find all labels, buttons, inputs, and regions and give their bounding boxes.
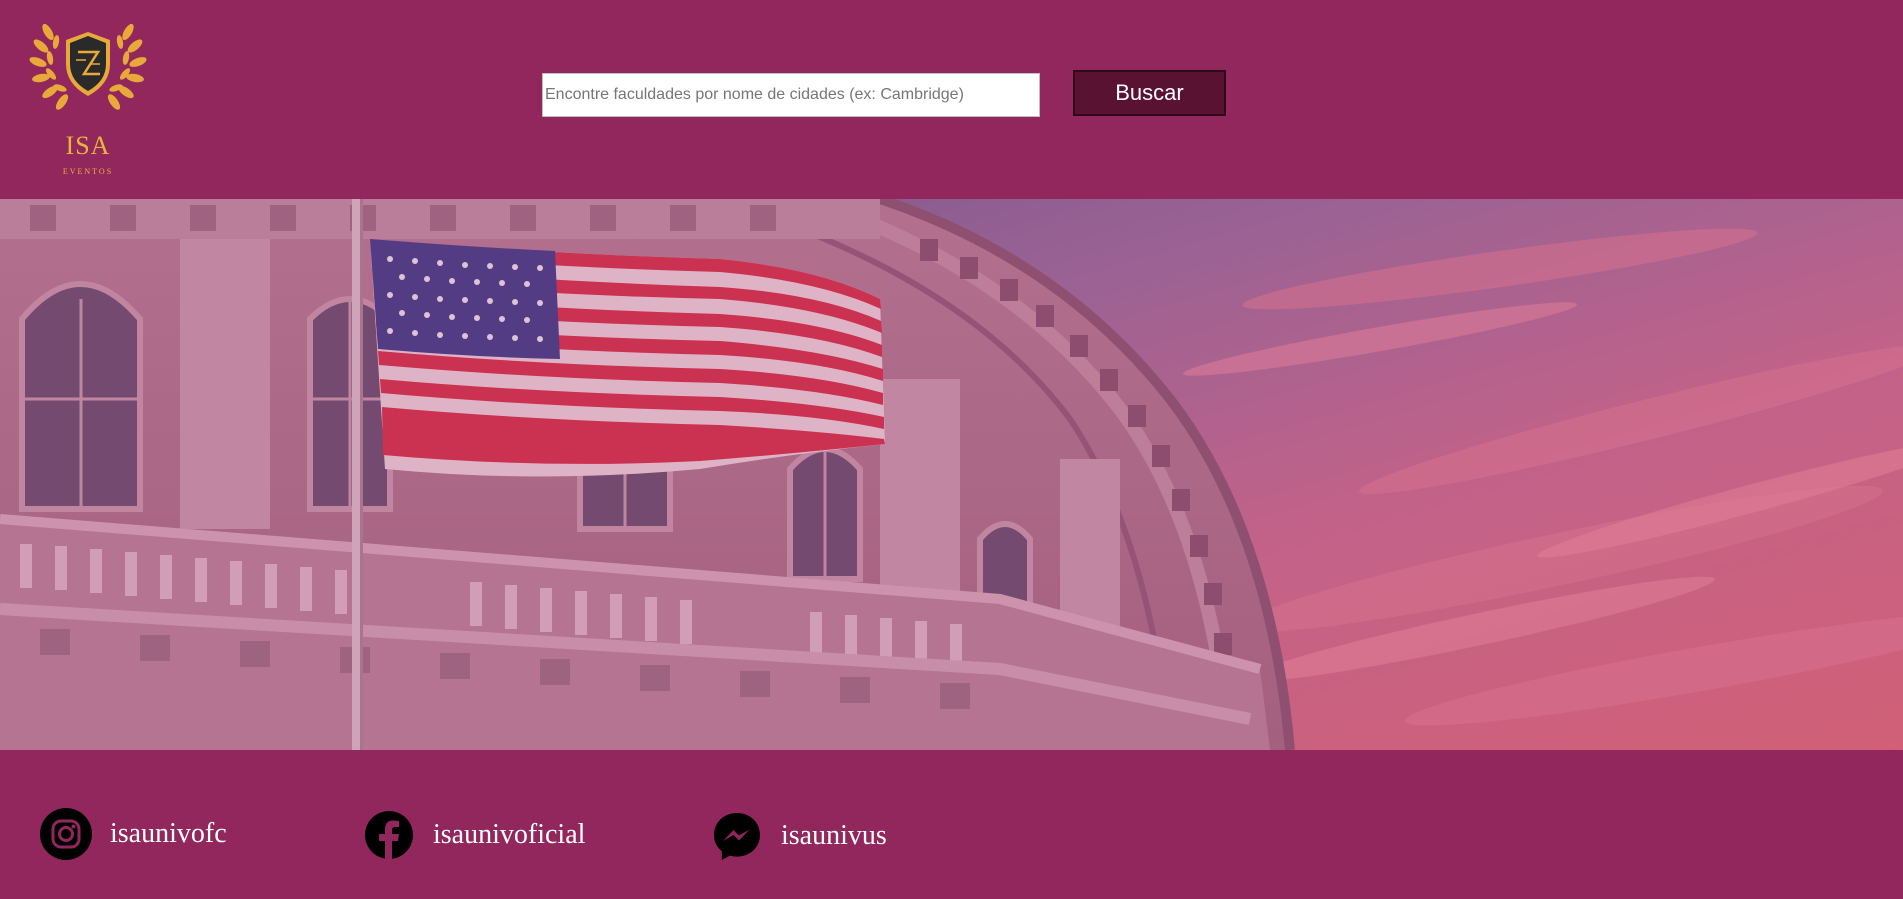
laurel-shield-icon xyxy=(29,23,147,110)
search-button[interactable]: Buscar xyxy=(1073,70,1226,116)
search-input[interactable] xyxy=(542,73,1040,117)
social-messenger-link[interactable]: isaunivus xyxy=(711,810,887,862)
social-instagram-link[interactable]: isaunivofc xyxy=(40,808,227,860)
messenger-icon xyxy=(714,813,760,860)
hero-banner xyxy=(0,199,1903,750)
instagram-icon xyxy=(40,808,92,860)
instagram-handle: isaunivofc xyxy=(110,818,227,849)
capitol-flag-image xyxy=(0,199,1903,750)
brand-name: ISA xyxy=(65,131,111,160)
header: ISA EVENTOS Buscar xyxy=(0,0,1903,199)
brand-logo[interactable]: ISA EVENTOS xyxy=(28,12,148,176)
messenger-handle: isaunivus xyxy=(781,820,887,851)
brand-tagline: EVENTOS xyxy=(62,167,114,176)
social-facebook-link[interactable]: isaunivoficial xyxy=(363,809,585,861)
facebook-handle: isaunivoficial xyxy=(433,819,586,850)
facebook-icon xyxy=(365,811,413,861)
footer: isaunivofc isaunivoficial isaunivus xyxy=(0,750,1903,899)
page: ISA EVENTOS Buscar xyxy=(0,0,1903,899)
